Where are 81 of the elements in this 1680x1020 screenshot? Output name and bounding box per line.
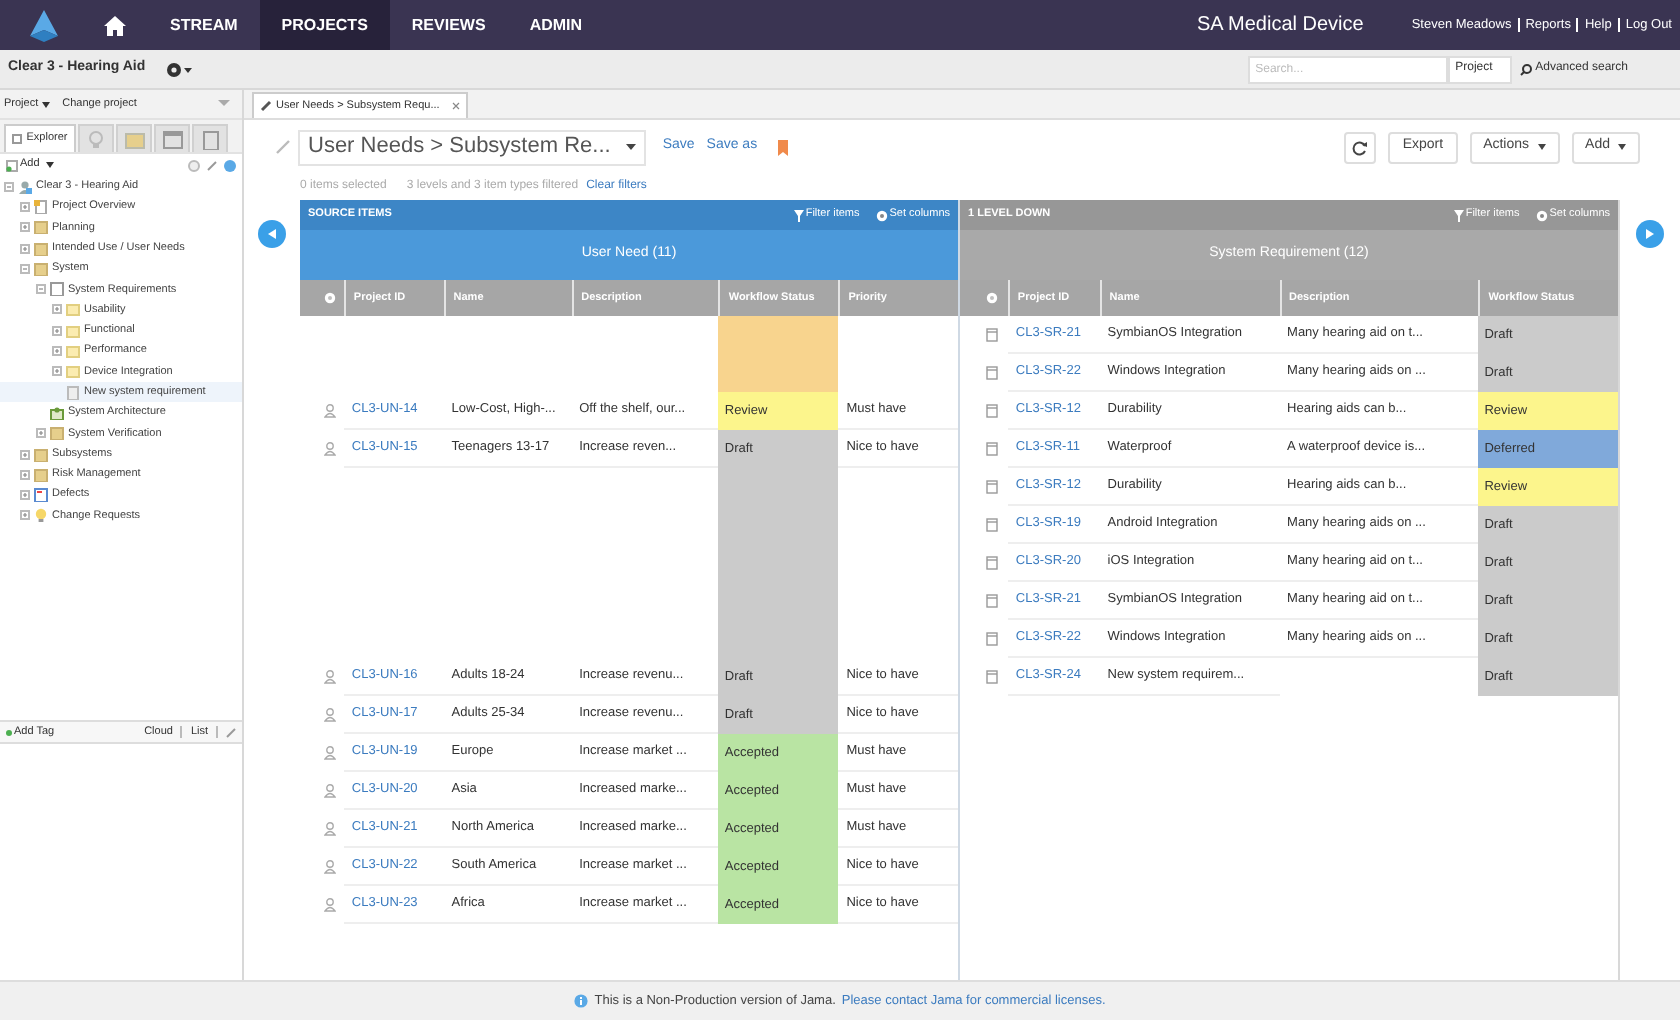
expand-icon[interactable] xyxy=(52,325,62,336)
close-icon[interactable] xyxy=(451,102,460,110)
person-icon xyxy=(323,708,336,722)
nav-tab[interactable]: STREAM xyxy=(148,0,260,50)
person-icon xyxy=(323,898,336,912)
pencil-icon[interactable] xyxy=(276,140,290,154)
component-icon xyxy=(50,405,64,420)
caret-icon xyxy=(45,162,54,168)
settings-icon xyxy=(1535,209,1548,221)
page-icon xyxy=(985,518,998,532)
bookmark-icon[interactable] xyxy=(777,139,788,155)
logo-icon xyxy=(24,7,64,43)
expand-icon[interactable] xyxy=(20,469,30,480)
sidebar-tab[interactable] xyxy=(78,124,114,152)
expand-icon[interactable] xyxy=(20,449,30,459)
nav-tab[interactable]: PROJECTS xyxy=(259,0,390,50)
add-icon xyxy=(6,729,12,735)
settings-icon[interactable] xyxy=(165,61,192,77)
page-icon xyxy=(985,404,998,418)
person-icon xyxy=(323,860,336,874)
expand-icon[interactable] xyxy=(36,428,46,439)
home-icon[interactable] xyxy=(104,15,126,35)
caret-icon xyxy=(626,144,637,150)
caret-icon xyxy=(1537,144,1546,150)
expand-icon[interactable] xyxy=(20,201,30,212)
page-icon xyxy=(985,670,998,684)
project-icon xyxy=(18,179,32,194)
clipboard-icon xyxy=(199,129,221,149)
page-icon xyxy=(985,556,998,570)
collapse-icon[interactable] xyxy=(36,284,46,295)
nav-tab[interactable]: ADMIN xyxy=(507,0,605,50)
page-icon xyxy=(985,328,998,342)
expand-icon[interactable] xyxy=(52,366,62,377)
person-icon xyxy=(323,670,336,684)
expand-icon[interactable] xyxy=(20,490,30,501)
expand-icon[interactable] xyxy=(20,222,30,233)
page-icon xyxy=(985,594,998,608)
person-icon xyxy=(323,784,336,798)
document-icon xyxy=(34,199,48,214)
caret-icon xyxy=(42,101,51,107)
view-dropdown[interactable]: User Needs > Subsystem Re... xyxy=(298,129,647,165)
right-arrow-icon xyxy=(1644,228,1656,240)
collapse-panel-icon[interactable] xyxy=(218,100,230,108)
settings-icon xyxy=(875,209,888,221)
caret-icon xyxy=(1618,144,1626,150)
defect-icon xyxy=(34,488,48,503)
person-icon xyxy=(323,746,336,760)
sidebar-tab[interactable] xyxy=(154,124,190,152)
organization-name: SA Medical Device xyxy=(1196,12,1364,40)
filter-icon xyxy=(1453,209,1464,221)
lightbulb-icon xyxy=(34,508,48,523)
page-icon xyxy=(985,480,998,494)
edit-icon[interactable] xyxy=(226,727,236,737)
page-icon xyxy=(985,632,998,646)
expand-icon[interactable] xyxy=(20,510,30,521)
refresh-button[interactable] xyxy=(1344,131,1377,163)
collapse-icon[interactable] xyxy=(20,263,30,274)
nav-tab[interactable]: REVIEWS xyxy=(389,0,508,50)
sidebar-tab[interactable] xyxy=(192,124,228,152)
add-icon xyxy=(6,159,18,171)
next-level-button[interactable] xyxy=(1636,220,1664,248)
person-icon xyxy=(323,404,336,418)
folder-icon xyxy=(123,129,145,149)
previous-level-button[interactable] xyxy=(258,220,286,248)
lightbulb-icon xyxy=(85,129,107,149)
window-icon xyxy=(161,129,183,149)
page-icon xyxy=(66,385,80,400)
page-icon xyxy=(985,366,998,380)
search-icon xyxy=(1519,63,1532,75)
filter-icon xyxy=(793,209,804,221)
set-icon xyxy=(50,282,64,297)
expand-icon[interactable] xyxy=(20,243,30,254)
edit-icon[interactable] xyxy=(206,159,218,171)
person-icon xyxy=(323,822,336,836)
sidebar-tab[interactable] xyxy=(116,124,152,152)
expand-icon[interactable] xyxy=(52,346,62,357)
page-icon xyxy=(985,442,998,456)
collapse-icon[interactable] xyxy=(4,181,14,192)
person-icon xyxy=(323,442,336,456)
left-arrow-icon xyxy=(266,228,278,240)
expand-icon[interactable] xyxy=(52,304,62,315)
